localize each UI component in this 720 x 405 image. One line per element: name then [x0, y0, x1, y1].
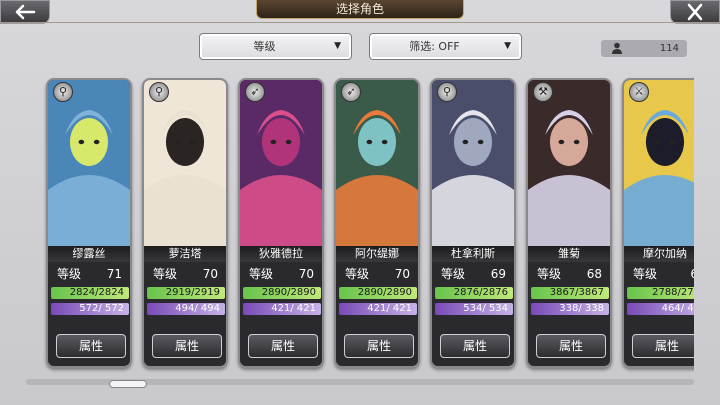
level-label: 等级 — [249, 267, 274, 281]
bow-icon: ➶ — [245, 82, 265, 102]
character-name: 杜拿利斯 — [432, 246, 514, 262]
level-value: 68 — [586, 267, 602, 281]
character-portrait — [432, 80, 514, 246]
sort-dropdown-label: 等级 — [253, 40, 276, 53]
level-value: 69 — [490, 267, 506, 281]
hp-bar: 2788/278 — [627, 287, 694, 299]
hammer-icon: ⚒ — [533, 82, 553, 102]
level-value: 6 — [690, 264, 694, 284]
hp-bar: 2890/2890 — [339, 287, 417, 299]
level-row: 等级 68 — [528, 264, 610, 284]
character-portrait — [48, 80, 130, 246]
level-value: 70 — [394, 267, 410, 281]
hp-bar: 2890/2890 — [243, 287, 321, 299]
sort-dropdown[interactable]: 等级 ▼ — [199, 33, 352, 60]
portrait-art — [240, 80, 322, 246]
portrait-art — [432, 80, 514, 246]
attributes-button[interactable]: 属性 — [344, 334, 414, 358]
portrait-art — [144, 80, 226, 246]
mp-bar: 338/ 338 — [531, 303, 609, 315]
bow-icon: ➶ — [341, 82, 361, 102]
portrait-art — [528, 80, 610, 246]
character-card[interactable]: ➶ 阿尔缇娜 等级 70 2890/2890 421/ 421 属性 — [334, 78, 420, 368]
character-card[interactable]: ➶ 狄雅德拉 等级 70 2890/2890 421/ 421 属性 — [238, 78, 324, 368]
level-row: 等级 70 — [144, 264, 226, 284]
dropdown-arrow-icon: ▼ — [334, 41, 341, 51]
back-button[interactable] — [0, 0, 50, 24]
hp-bar: 3867/3867 — [531, 287, 609, 299]
panel-divider — [0, 22, 720, 32]
level-value: 71 — [106, 267, 122, 281]
character-name: 狄雅德拉 — [240, 246, 322, 262]
character-name: 阿尔缇娜 — [336, 246, 418, 262]
portrait-art — [336, 80, 418, 246]
level-label: 等级 — [57, 267, 82, 281]
dropdown-arrow-icon: ▼ — [504, 41, 511, 51]
character-card[interactable]: ⚲ 杜拿利斯 等级 69 2876/2876 534/ 534 属性 — [430, 78, 516, 368]
character-card[interactable]: ⚔ 摩尔加纳 等级 6 2788/278 464/ 46 属性 — [622, 78, 694, 368]
character-name: 萝洁塔 — [144, 246, 226, 262]
mp-bar: 421/ 421 — [243, 303, 321, 315]
filter-dropdown[interactable]: 筛选: OFF ▼ — [369, 33, 522, 60]
level-label: 等级 — [345, 267, 370, 281]
sword-icon: ⚔ — [629, 82, 649, 102]
character-name: 缪露丝 — [48, 246, 130, 262]
character-portrait — [240, 80, 322, 246]
hp-bar: 2919/2919 — [147, 287, 225, 299]
mp-bar: 421/ 421 — [339, 303, 417, 315]
mp-bar: 494/ 494 — [147, 303, 225, 315]
character-card[interactable]: ⚒ 雏菊 等级 68 3867/3867 338/ 338 属性 — [526, 78, 612, 368]
character-portrait — [144, 80, 226, 246]
character-count-value: 114 — [659, 43, 679, 54]
character-card[interactable]: ⚲ 缪露丝 等级 71 2824/2824 572/ 572 属性 — [46, 78, 132, 368]
character-portrait — [528, 80, 610, 246]
level-value: 70 — [298, 267, 314, 281]
character-name: 摩尔加纳 — [624, 246, 694, 262]
mp-bar: 464/ 46 — [627, 303, 694, 315]
portrait-art — [624, 80, 694, 246]
character-card[interactable]: ⚲ 萝洁塔 等级 70 2919/2919 494/ 494 属性 — [142, 78, 228, 368]
hp-bar: 2824/2824 — [51, 287, 129, 299]
character-list[interactable]: ⚲ 缪露丝 等级 71 2824/2824 572/ 572 属性 ⚲ 萝洁塔 … — [26, 70, 694, 378]
close-x-icon — [687, 3, 703, 21]
close-button[interactable] — [670, 0, 720, 24]
attributes-button[interactable]: 属性 — [632, 334, 694, 358]
character-portrait — [336, 80, 418, 246]
character-portrait — [624, 80, 694, 246]
character-count: 114 — [601, 40, 687, 57]
level-label: 等级 — [441, 267, 466, 281]
level-row: 等级 69 — [432, 264, 514, 284]
page-title: 选择角色 — [256, 0, 464, 19]
portrait-art — [48, 80, 130, 246]
scroll-thumb[interactable] — [109, 380, 147, 388]
mp-bar: 572/ 572 — [51, 303, 129, 315]
level-label: 等级 — [633, 267, 658, 281]
attributes-button[interactable]: 属性 — [152, 334, 222, 358]
level-row: 等级 71 — [48, 264, 130, 284]
level-value: 70 — [202, 267, 218, 281]
attributes-button[interactable]: 属性 — [536, 334, 606, 358]
attributes-button[interactable]: 属性 — [248, 334, 318, 358]
staff-icon: ⚲ — [149, 82, 169, 102]
character-name: 雏菊 — [528, 246, 610, 262]
staff-icon: ⚲ — [437, 82, 457, 102]
level-row: 等级 70 — [336, 264, 418, 284]
person-icon — [612, 42, 622, 54]
hp-bar: 2876/2876 — [435, 287, 513, 299]
staff-icon: ⚲ — [53, 82, 73, 102]
mp-bar: 534/ 534 — [435, 303, 513, 315]
back-arrow-icon — [15, 4, 36, 20]
filter-dropdown-label: 筛选: OFF — [409, 40, 460, 53]
attributes-button[interactable]: 属性 — [56, 334, 126, 358]
attributes-button[interactable]: 属性 — [440, 334, 510, 358]
level-row: 等级 6 — [624, 264, 694, 284]
level-row: 等级 70 — [240, 264, 322, 284]
level-label: 等级 — [537, 267, 562, 281]
level-label: 等级 — [153, 267, 178, 281]
